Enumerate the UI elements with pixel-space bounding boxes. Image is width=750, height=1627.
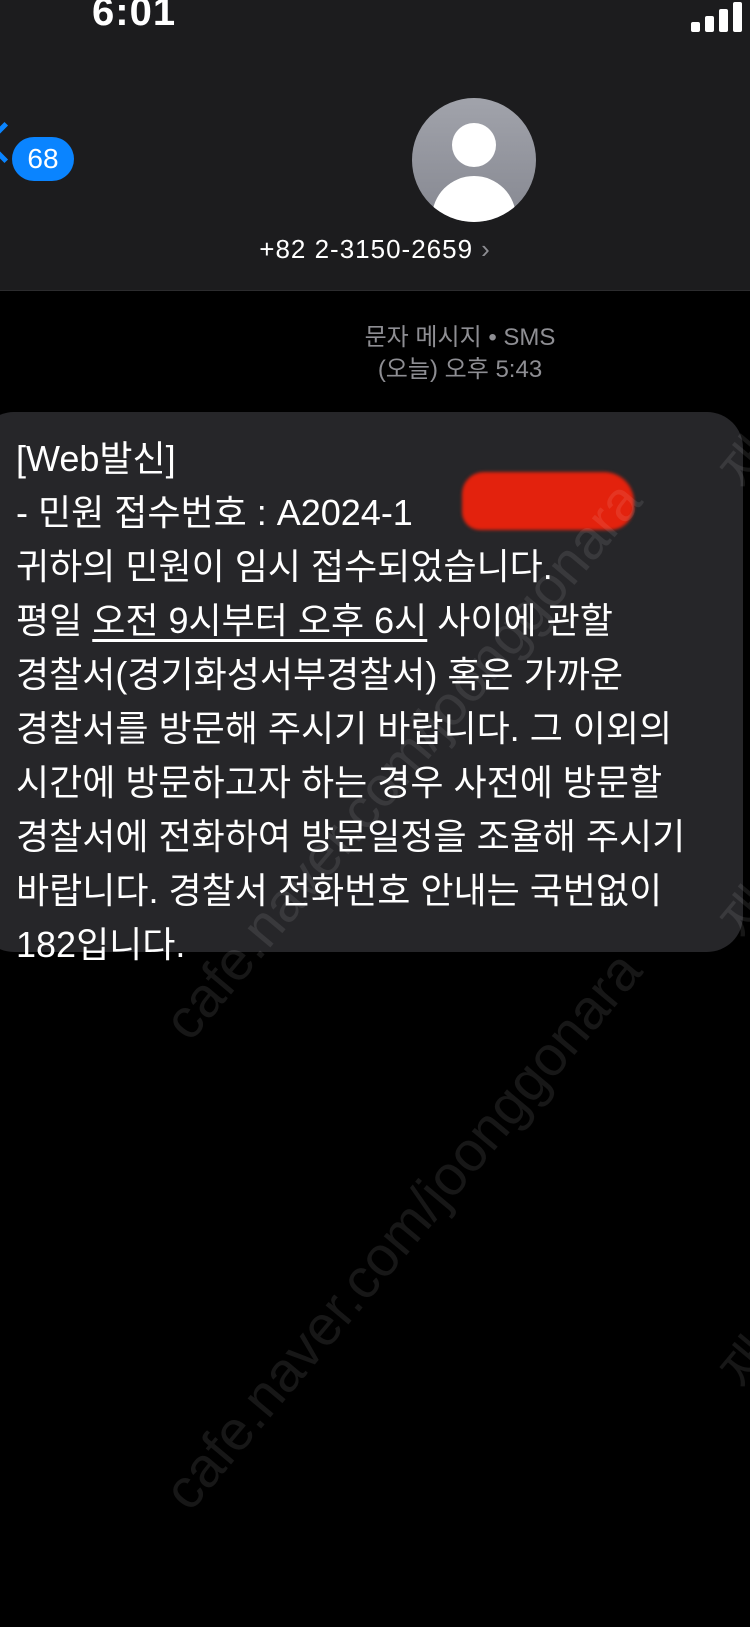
message-line: [Web발신] bbox=[16, 438, 176, 479]
conversation-header: 6:01 68 +82 2-3150-2659 › bbox=[0, 0, 750, 291]
watermark: cafe.naver.com/joonggonara bbox=[150, 939, 654, 1522]
contact-number[interactable]: +82 2-3150-2659 › bbox=[0, 234, 750, 265]
message-text: 사이에 관할 bbox=[427, 600, 613, 641]
message-line: 경찰서에 전화하여 방문일정을 조율해 주시기 bbox=[16, 816, 686, 857]
message-line: 평일 오전 9시부터 오후 6시 사이에 관할 bbox=[16, 594, 733, 648]
message-line: 경찰서를 방문해 주시기 바랍니다. 그 이외의 bbox=[16, 708, 673, 749]
message-text: 평일 bbox=[16, 600, 93, 641]
redaction-mark bbox=[462, 472, 634, 530]
contact-avatar[interactable] bbox=[412, 98, 536, 222]
signal-strength-icon bbox=[691, 0, 742, 32]
person-icon-head bbox=[452, 123, 496, 167]
message-line: 시간에 방문하고자 하는 경우 사전에 방문할 bbox=[16, 762, 663, 803]
message-line: 귀하의 민원이 임시 접수되었습니다. bbox=[16, 546, 553, 587]
person-icon-body bbox=[432, 176, 516, 222]
watermark: 재 bbox=[710, 1327, 750, 1402]
contact-number-text: +82 2-3150-2659 bbox=[259, 234, 474, 264]
message-line: 182입니다. bbox=[16, 924, 186, 965]
chevron-right-icon: › bbox=[481, 234, 491, 264]
message-line: 바랍니다. 경찰서 전화번호 안내는 국번없이 bbox=[16, 870, 663, 911]
message-meta: 문자 메시지 • SMS (오늘) 오후 5:43 bbox=[0, 322, 750, 386]
status-time: 6:01 bbox=[92, 0, 177, 34]
message-line: 경찰서(경기화성서부경찰서) 혹은 가까운 bbox=[16, 654, 624, 695]
message-type-label: 문자 메시지 • SMS bbox=[364, 324, 556, 351]
unread-count-badge[interactable]: 68 bbox=[12, 137, 74, 181]
message-timestamp: (오늘) 오후 5:43 bbox=[377, 356, 543, 383]
detected-time-link[interactable]: 오전 9시부터 오후 6시 bbox=[92, 600, 427, 641]
